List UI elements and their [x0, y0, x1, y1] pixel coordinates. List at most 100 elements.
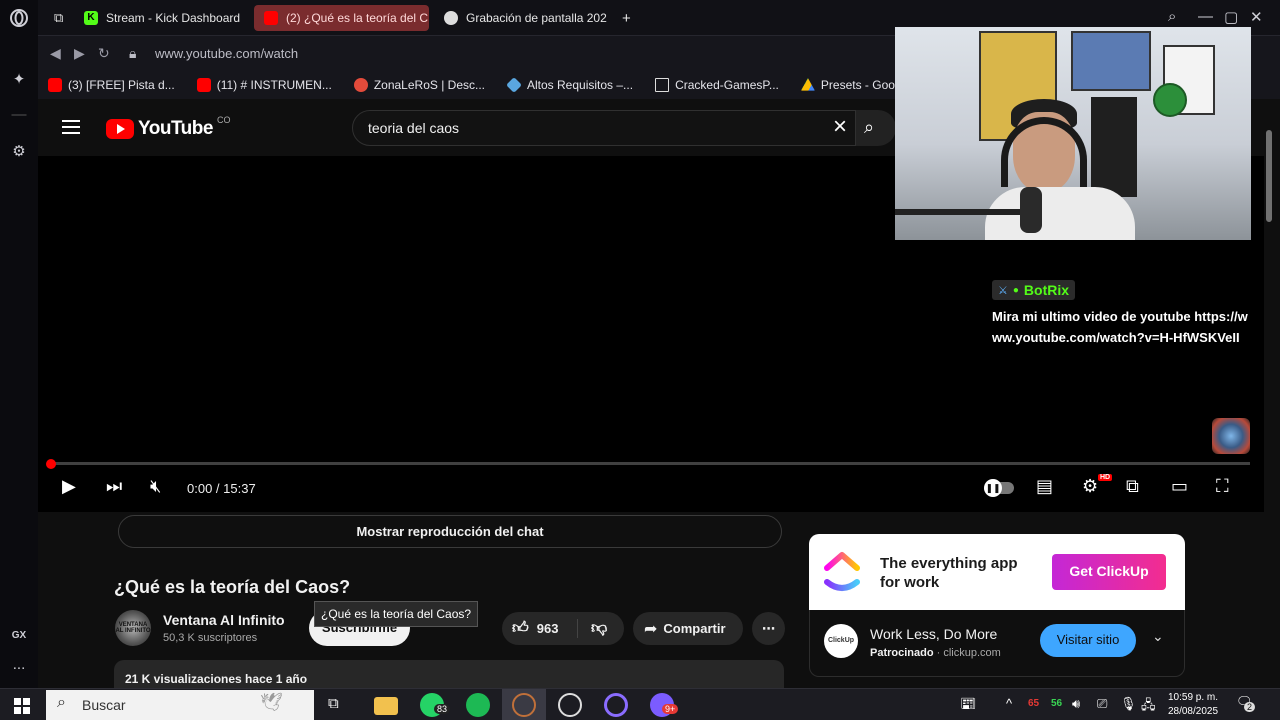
- taskbar-search-input[interactable]: ⌕ Buscar 🕊︎: [46, 690, 314, 720]
- reload-icon[interactable]: ↻: [98, 45, 110, 62]
- tab-kick-dashboard[interactable]: K Stream - Kick Dashboard: [74, 5, 244, 31]
- menu-icon[interactable]: [62, 120, 80, 134]
- advertiser-avatar[interactable]: ClickUp: [824, 624, 858, 658]
- poster-image: [1071, 31, 1151, 91]
- hd-badge: HD: [1098, 474, 1113, 481]
- bot-chat-overlay: ⚔ ● BotRix Mira mi ultimo video de youtu…: [992, 280, 1252, 348]
- clock-time: 10:59 p. m.: [1167, 692, 1219, 703]
- like-button[interactable]: 👍︎ 963: [502, 619, 578, 638]
- taskbar: ⌕ Buscar 🕊︎ ⧉ 83 9+ 📰︎ ^ 65 56 🔊︎ ⎚ 🎙︎ 🖧…: [0, 688, 1280, 720]
- forward-icon[interactable]: ▶: [74, 45, 85, 62]
- progress-bar[interactable]: [50, 462, 1250, 465]
- theater-mode-icon[interactable]: ▭: [1171, 476, 1188, 497]
- views-line[interactable]: 21 K visualizaciones hace 1 año: [114, 660, 784, 688]
- microphone-tray-icon[interactable]: 🎙︎: [1120, 696, 1137, 712]
- file-explorer-icon[interactable]: [374, 697, 398, 715]
- channel-name[interactable]: Ventana Al Infinito: [163, 612, 285, 628]
- youtube-logo[interactable]: YouTube CO: [106, 115, 230, 140]
- search-tabs-icon[interactable]: ⌕: [1168, 8, 1176, 25]
- subtitles-icon[interactable]: ▤: [1036, 476, 1053, 497]
- system-clock[interactable]: 10:59 p. m. 28/08/2025: [1164, 691, 1222, 719]
- miniplayer-icon[interactable]: ⧉: [1126, 476, 1139, 497]
- fullscreen-icon[interactable]: ⛶: [1216, 476, 1229, 497]
- back-icon[interactable]: ◀: [50, 45, 61, 62]
- spotify-icon[interactable]: [466, 693, 490, 717]
- bookmark-item[interactable]: (11) # INSTRUMEN...: [196, 78, 332, 92]
- youtube-icon: [48, 78, 62, 92]
- ad-meta: Patrocinado · clickup.com: [870, 647, 1001, 659]
- settings-icon[interactable]: ⚙: [1082, 476, 1098, 497]
- network-icon[interactable]: 🖧: [1141, 696, 1156, 718]
- opera-gx-icon[interactable]: [512, 693, 536, 717]
- search-icon: ⌕: [57, 694, 66, 711]
- bookmark-label: (11) # INSTRUMEN...: [216, 78, 332, 92]
- volume-icon[interactable]: 🔊︎: [1072, 696, 1080, 712]
- kick-icon: K: [84, 11, 98, 25]
- play-icon[interactable]: ▶: [62, 476, 76, 497]
- settings-icon[interactable]: ⚙: [0, 142, 38, 160]
- drive-icon: [800, 78, 815, 91]
- tab-youtube-video[interactable]: (2) ¿Qué es la teoría del C: [254, 5, 429, 31]
- subscriber-count: 50,3 K suscriptores: [163, 632, 258, 644]
- next-icon[interactable]: ⏭︎: [106, 476, 122, 497]
- sponsored-label: Patrocinado: [870, 647, 934, 659]
- scrub-handle[interactable]: [46, 459, 56, 469]
- scrollbar-thumb[interactable]: [1266, 130, 1272, 222]
- tab-workspaces[interactable]: ⧉: [44, 5, 74, 31]
- search-input[interactable]: teoria del caos ×: [352, 110, 856, 146]
- minimize-icon[interactable]: —: [1198, 8, 1213, 25]
- sword-icon: ⚔: [998, 284, 1008, 297]
- ad-banner[interactable]: The everything app for work Get ClickUp: [809, 534, 1185, 610]
- mute-icon[interactable]: 🔇︎: [150, 476, 161, 497]
- microphone-icon: [1020, 187, 1042, 233]
- ad-headline[interactable]: Work Less, Do More: [870, 626, 997, 642]
- share-button[interactable]: ➦ Compartir: [633, 612, 743, 645]
- tab-label: Grabación de pantalla 202: [466, 11, 607, 25]
- task-view-icon[interactable]: ⧉: [328, 695, 339, 712]
- url-field[interactable]: www.youtube.com/watch: [155, 46, 298, 61]
- search-icon[interactable]: ⌕: [856, 110, 896, 146]
- gx-control-icon[interactable]: ✦: [0, 70, 38, 88]
- device-icon[interactable]: ⎚: [1097, 696, 1107, 712]
- maximize-icon[interactable]: ▢: [1224, 8, 1238, 26]
- dislike-button[interactable]: 👎︎: [578, 619, 607, 638]
- chevron-down-icon[interactable]: ⌄: [1152, 628, 1164, 645]
- figure-image: [1153, 83, 1187, 117]
- autoplay-toggle[interactable]: ❚❚: [984, 478, 1014, 499]
- bookmark-item[interactable]: Altos Requisitos –...: [506, 77, 633, 93]
- page-icon: [655, 78, 670, 92]
- workspace-icon: ⧉: [54, 10, 64, 25]
- channel-avatar[interactable]: VENTANA AL INFINITO: [115, 610, 151, 646]
- bookmark-label: Cracked-GamesP...: [675, 78, 779, 92]
- app-circle-icon[interactable]: [604, 693, 628, 717]
- logo-text: YouTube: [138, 118, 213, 139]
- diamond-icon: [506, 77, 522, 93]
- hanging-shirt: [1091, 97, 1137, 197]
- opera-logo-icon[interactable]: [0, 8, 38, 32]
- close-window-icon[interactable]: ✕: [1250, 8, 1263, 26]
- tab-screen-recording[interactable]: Grabación de pantalla 202: [434, 5, 609, 31]
- bookmark-item[interactable]: (3) [FREE] Pista d...: [48, 78, 175, 92]
- sidebar-more-icon[interactable]: ...: [0, 656, 38, 673]
- show-hidden-icons[interactable]: ^: [1006, 696, 1012, 711]
- mic-arm: [895, 209, 1035, 215]
- ad-tagline-line: for work: [880, 574, 940, 591]
- more-actions-button[interactable]: ⋯: [752, 612, 785, 645]
- bookmark-item[interactable]: ZonaLeRoS | Desc...: [353, 78, 485, 92]
- bookmark-item[interactable]: Cracked-GamesP...: [655, 78, 779, 92]
- bookmark-label: ZonaLeRoS | Desc...: [373, 78, 485, 92]
- webcam-overlay: [895, 27, 1251, 240]
- clear-search-icon[interactable]: ×: [833, 113, 847, 141]
- get-clickup-button[interactable]: Get ClickUp: [1052, 554, 1166, 590]
- notifications-badge: 2: [1244, 702, 1256, 712]
- like-dislike-group: 👍︎ 963 👎︎: [502, 612, 624, 645]
- new-tab-button[interactable]: +: [612, 5, 636, 31]
- gx-label[interactable]: GX: [0, 630, 38, 641]
- youtube-icon: [264, 11, 278, 25]
- visit-site-button[interactable]: Visitar sitio: [1040, 624, 1136, 657]
- show-chat-replay-button[interactable]: Mostrar reproducción del chat: [118, 515, 782, 548]
- windows-start-icon[interactable]: [14, 698, 30, 714]
- obs-icon[interactable]: [558, 693, 582, 717]
- video-title: ¿Qué es la teoría del Caos?: [114, 577, 351, 597]
- news-widget-icon[interactable]: 📰︎: [960, 696, 977, 712]
